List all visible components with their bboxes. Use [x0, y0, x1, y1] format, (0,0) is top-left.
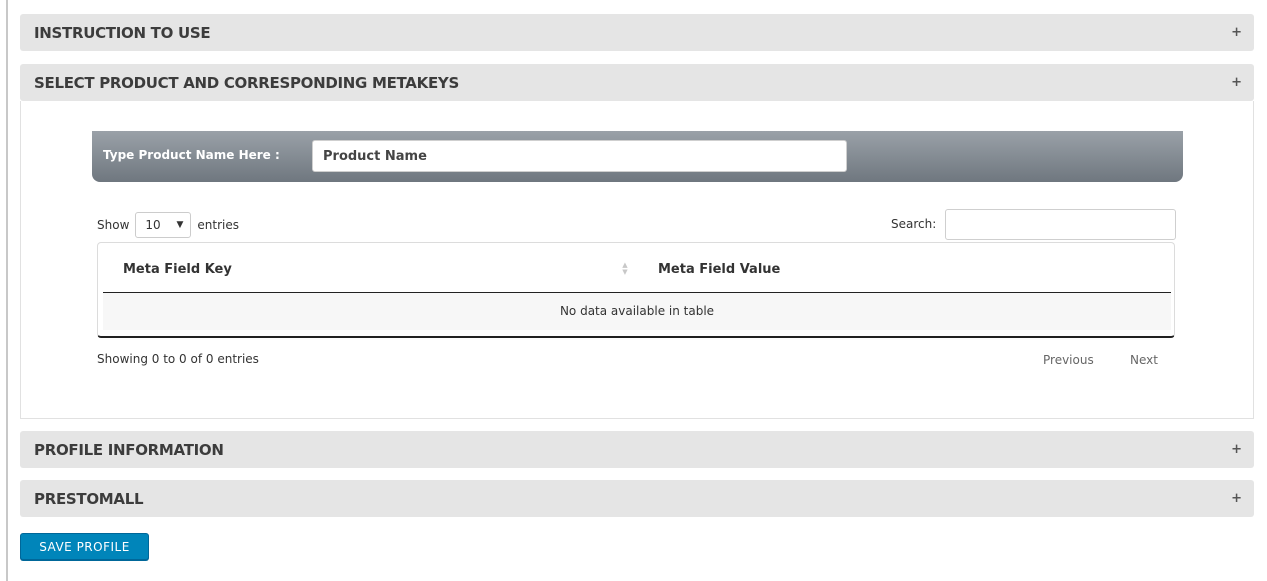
- product-search-bar: Type Product Name Here :: [92, 131, 1183, 182]
- table-info: Showing 0 to 0 of 0 entries: [97, 352, 259, 366]
- column-header-meta-field-key[interactable]: Meta Field Key: [123, 262, 232, 277]
- panel-prestomall-title: PRESTOMALL: [34, 490, 144, 508]
- meta-fields-table: Meta Field Key ▲ ▼ Meta Field Value No da…: [97, 242, 1175, 338]
- product-name-label: Type Product Name Here :: [103, 148, 280, 162]
- entries-label: entries: [197, 218, 239, 232]
- product-name-input[interactable]: [312, 140, 847, 172]
- sort-icon[interactable]: ▲ ▼: [621, 261, 629, 277]
- search-label: Search:: [891, 217, 937, 231]
- page-left-border: [6, 0, 8, 581]
- table-empty-row: No data available in table: [103, 293, 1171, 330]
- show-label: Show: [97, 218, 130, 232]
- panel-instruction-expand-icon[interactable]: +: [1231, 25, 1242, 40]
- panel-instruction-title: INSTRUCTION TO USE: [34, 24, 211, 42]
- panel-profile-info-header[interactable]: PROFILE INFORMATION +: [20, 431, 1254, 468]
- page-length-control: Show 10 ▼ entries: [97, 212, 239, 238]
- panel-profile-info-expand-icon[interactable]: +: [1231, 442, 1242, 457]
- previous-page-button[interactable]: Previous: [1043, 353, 1094, 367]
- panel-prestomall-expand-icon[interactable]: +: [1231, 491, 1242, 506]
- table-search-input[interactable]: [945, 209, 1176, 240]
- column-header-meta-field-value[interactable]: Meta Field Value: [658, 262, 780, 277]
- page-length-select[interactable]: 10 ▼: [135, 212, 192, 238]
- panel-prestomall-header[interactable]: PRESTOMALL +: [20, 480, 1254, 517]
- caret-down-icon: ▼: [176, 220, 184, 230]
- save-profile-button[interactable]: SAVE PROFILE: [20, 533, 149, 560]
- panel-select-product-header[interactable]: SELECT PRODUCT AND CORRESPONDING METAKEY…: [20, 64, 1254, 101]
- page-length-value: 10: [145, 218, 161, 232]
- panel-instruction-header[interactable]: INSTRUCTION TO USE +: [20, 14, 1254, 51]
- panel-select-product-expand-icon[interactable]: +: [1231, 75, 1242, 90]
- next-page-button[interactable]: Next: [1130, 353, 1158, 367]
- panel-select-product-title: SELECT PRODUCT AND CORRESPONDING METAKEY…: [34, 74, 459, 92]
- panel-profile-info-title: PROFILE INFORMATION: [34, 441, 224, 459]
